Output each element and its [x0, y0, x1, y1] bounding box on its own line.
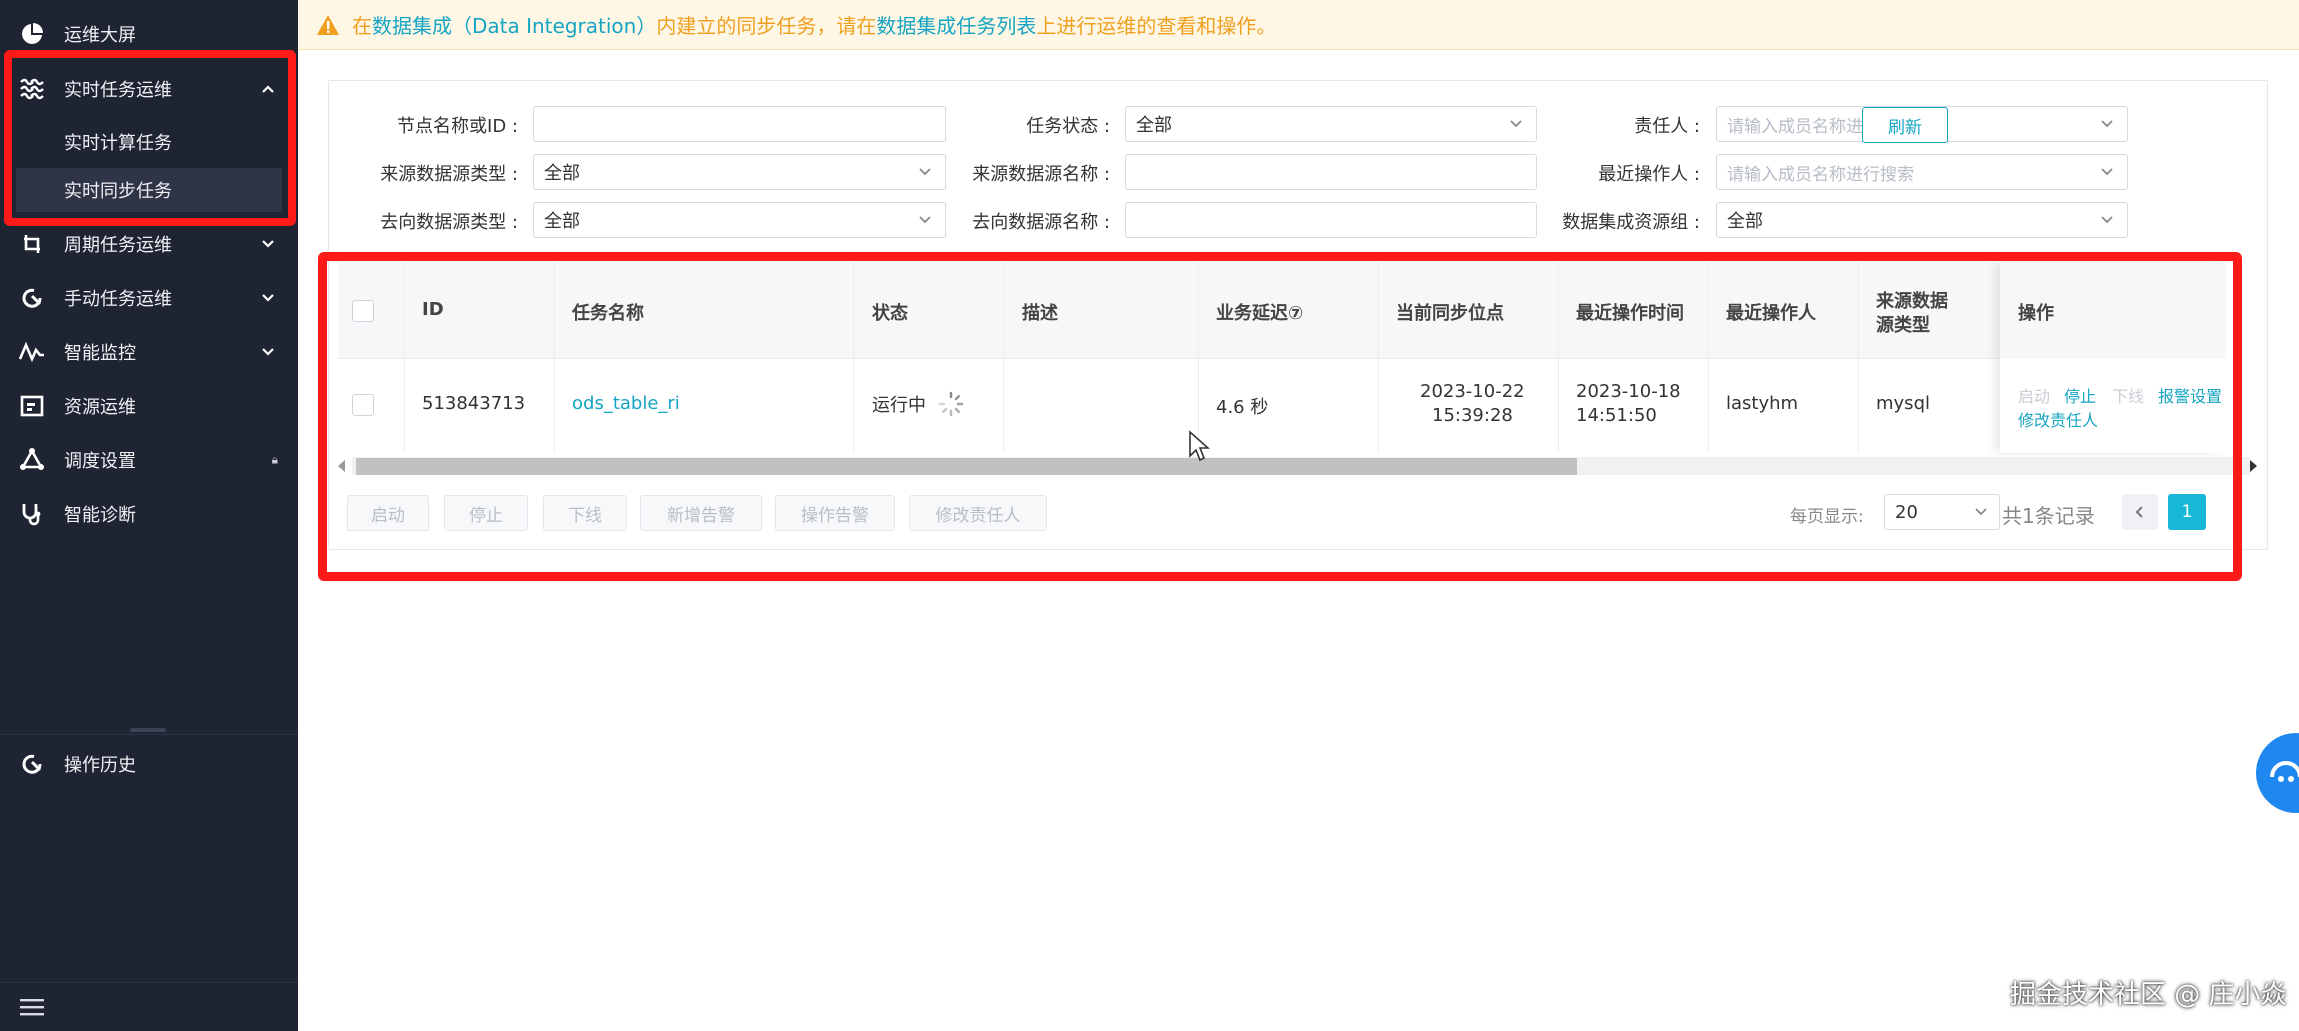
refresh-button[interactable]: 刷新 [1862, 107, 1948, 143]
src-name-input[interactable] [1125, 154, 1537, 190]
warning-icon [317, 14, 339, 35]
sidebar-item-label: 操作历史 [64, 755, 136, 776]
notice-text-middle: 内建立的同步任务，请在 [656, 14, 877, 38]
sidebar: 运维大屏 实时任务运维 实时计算任务 实时同步任务 周期任务运维 手动任务运维 … [0, 0, 298, 1031]
chevron-down-icon [919, 168, 931, 176]
notice-text-suffix: 上进行运维的查看和操作。 [1036, 14, 1277, 38]
sidebar-item-op-history[interactable]: 操作历史 [0, 738, 298, 790]
sidebar-item-label: 周期任务运维 [64, 235, 172, 256]
notice-link-data-integration[interactable]: 数据集成（Data Integration） [372, 10, 656, 39]
chevron-down-icon [262, 348, 274, 356]
notice-text-prefix: 在 [352, 14, 372, 38]
manual-icon [18, 284, 46, 312]
sidebar-item-label: 智能诊断 [64, 505, 136, 526]
sidebar-item-smart-monitor[interactable]: 智能监控 [0, 326, 298, 378]
dst-name-input[interactable] [1125, 202, 1537, 238]
resource-group-value: 全部 [1727, 211, 1763, 232]
assistant-icon [2270, 761, 2299, 782]
notice-link-task-list[interactable]: 数据集成任务列表 [876, 10, 1036, 39]
resource-group-select[interactable]: 全部 [1716, 202, 2128, 238]
resource-icon [18, 392, 46, 420]
recent-operator-placeholder: 请输入成员名称进行搜索 [1727, 164, 1914, 185]
sidebar-item-label: 运维大屏 [64, 25, 136, 46]
sidebar-resize-handle[interactable] [130, 728, 166, 732]
dst-type-select[interactable]: 全部 [533, 202, 946, 238]
watermark: 掘金技术社区 @ 庄小焱 [2010, 980, 2287, 1010]
src-type-label: 来源数据源类型 : [380, 164, 518, 185]
highlight-box-table [318, 252, 2242, 581]
chevron-down-icon [262, 240, 274, 248]
highlight-box-sidebar [4, 50, 296, 226]
chevron-down-icon [1510, 120, 1522, 128]
sidebar-bottom-divider [0, 982, 298, 983]
sidebar-item-schedule-settings[interactable]: 调度设置 🔒︎ [0, 434, 298, 486]
history-icon [18, 750, 46, 778]
sidebar-item-manual-ops[interactable]: 手动任务运维 [0, 272, 298, 324]
schedule-icon [18, 446, 46, 474]
pie-chart-icon [18, 20, 46, 48]
node-name-input[interactable] [533, 106, 946, 142]
src-name-label: 来源数据源名称 : [972, 164, 1110, 185]
menu-icon[interactable] [20, 997, 44, 1017]
sidebar-divider [0, 734, 298, 735]
chevron-down-icon [2101, 168, 2113, 176]
app-root: 运维大屏 实时任务运维 实时计算任务 实时同步任务 周期任务运维 手动任务运维 … [0, 0, 2299, 1031]
sidebar-item-smart-diagnosis[interactable]: 智能诊断 [0, 488, 298, 540]
chevron-down-icon [262, 294, 274, 302]
sidebar-item-resource-ops[interactable]: 资源运维 [0, 380, 298, 432]
resource-group-label: 数据集成资源组 : [1562, 212, 1700, 233]
sidebar-item-label: 资源运维 [64, 397, 136, 418]
lock-icon: 🔒︎ [271, 452, 278, 467]
recent-operator-select[interactable]: 请输入成员名称进行搜索 [1716, 154, 2128, 190]
sidebar-item-label: 调度设置 [64, 451, 136, 472]
cycle-icon [18, 230, 46, 258]
pulse-icon [18, 338, 46, 366]
sidebar-item-cycle-ops[interactable]: 周期任务运维 [0, 218, 298, 270]
sidebar-item-label: 智能监控 [64, 343, 136, 364]
chevron-down-icon [2101, 120, 2113, 128]
owner-label: 责任人 : [1634, 116, 1700, 137]
sidebar-item-label: 手动任务运维 [64, 289, 172, 310]
notice-banner: 在 数据集成（Data Integration） 内建立的同步任务，请在 数据集… [298, 0, 2299, 50]
mouse-cursor-icon [1189, 430, 1210, 462]
chevron-down-icon [919, 216, 931, 224]
src-type-value: 全部 [544, 163, 580, 184]
stethoscope-icon [18, 500, 46, 528]
task-status-select[interactable]: 全部 [1125, 106, 1537, 142]
task-status-value: 全部 [1136, 115, 1172, 136]
node-name-label: 节点名称或ID : [397, 116, 518, 137]
chevron-down-icon [2101, 216, 2113, 224]
dst-type-label: 去向数据源类型 : [380, 212, 518, 233]
dst-name-label: 去向数据源名称 : [972, 212, 1110, 233]
src-type-select[interactable]: 全部 [533, 154, 946, 190]
recent-operator-label: 最近操作人 : [1598, 164, 1700, 185]
task-status-label: 任务状态 : [1026, 116, 1110, 137]
dst-type-value: 全部 [544, 211, 580, 232]
scroll-right-arrow-icon[interactable] [2250, 460, 2257, 472]
